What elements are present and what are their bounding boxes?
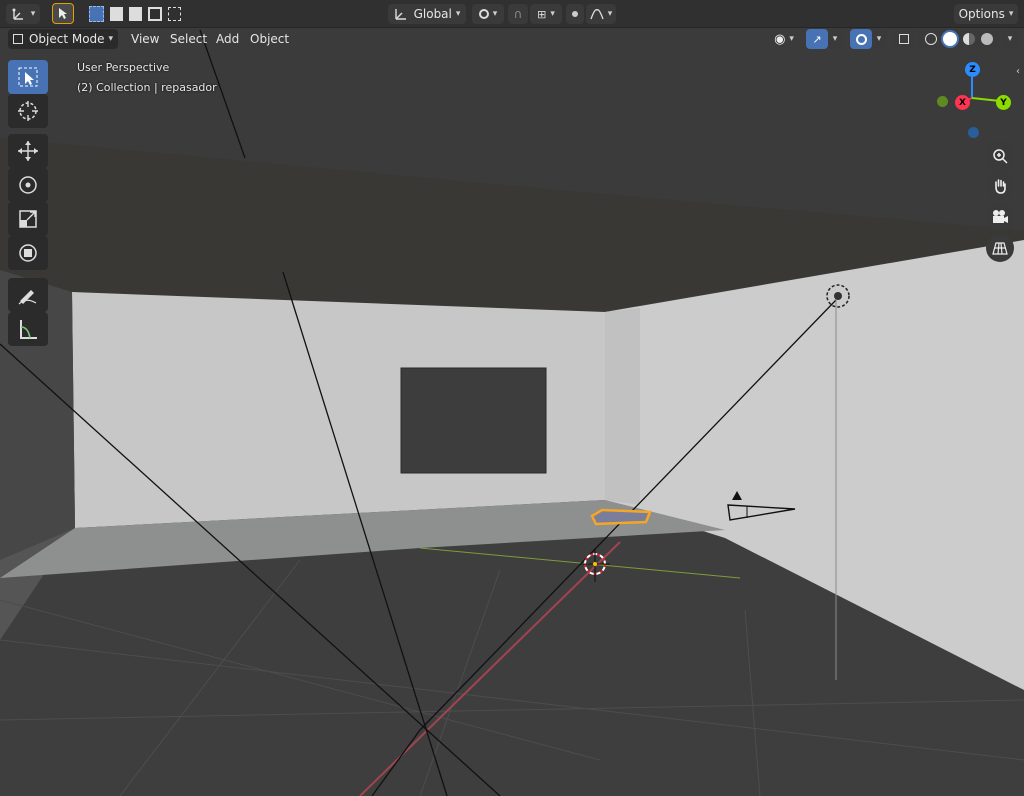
cursor-icon	[18, 101, 38, 121]
solid-shading-icon[interactable]	[943, 32, 957, 46]
object-mode-icon	[12, 34, 23, 44]
select-box-icon	[18, 67, 38, 87]
perspective-label: User Perspective	[77, 61, 170, 74]
annotate-tool[interactable]	[8, 278, 48, 312]
select-invert-icon[interactable]	[148, 7, 162, 21]
pan-button[interactable]	[986, 172, 1014, 200]
chevron-down-icon: ▾	[108, 34, 114, 44]
show-gizmo-toggle[interactable]: ↗	[806, 29, 828, 49]
gizmo-neg-z-axis[interactable]	[968, 127, 979, 138]
proportional-edit-toggle[interactable]	[566, 4, 584, 24]
gizmo-x-axis[interactable]: X	[955, 95, 970, 110]
xray-icon	[899, 34, 909, 44]
scene-render[interactable]	[0, 0, 1024, 796]
snap-target-dropdown[interactable]: ⊞ ▾	[530, 4, 562, 24]
falloff-curve-icon	[590, 9, 604, 20]
menu-view[interactable]: View	[126, 30, 164, 48]
grid-perspective-icon	[992, 242, 1008, 255]
chevron-down-icon: ▾	[455, 9, 461, 19]
collection-label: (2) Collection | repasador	[77, 81, 217, 94]
chevron-down-icon: ▾	[1008, 9, 1014, 19]
pivot-icon	[478, 9, 489, 19]
rendered-shading-icon[interactable]	[981, 33, 993, 45]
shading-options-dropdown[interactable]: ▾	[1002, 29, 1018, 49]
options-label: Options	[958, 7, 1005, 21]
scale-icon	[19, 210, 37, 228]
zoom-button[interactable]	[986, 142, 1014, 170]
chevron-down-icon: ▾	[30, 9, 36, 19]
editor-type-button[interactable]: ▾	[6, 4, 40, 24]
move-tool[interactable]	[8, 134, 48, 168]
chevron-down-icon: ▾	[492, 9, 498, 19]
select-extend-icon[interactable]	[110, 7, 124, 21]
camera-view-button[interactable]	[986, 203, 1014, 231]
show-overlays-toggle[interactable]	[850, 29, 872, 49]
tweak-tool-button[interactable]	[52, 3, 74, 24]
menu-select[interactable]: Select	[165, 30, 212, 48]
measure-icon	[20, 320, 37, 339]
chevron-down-icon: ▾	[607, 9, 613, 19]
zoom-icon	[993, 149, 1008, 164]
visibility-dropdown[interactable]: ◉ ▾	[768, 29, 800, 49]
scale-tool[interactable]	[8, 202, 48, 236]
orientation-axes-icon	[394, 9, 406, 20]
transform-icon	[19, 244, 37, 262]
shading-mode-group	[918, 29, 1000, 49]
mode-label: Object Mode	[28, 32, 105, 46]
measure-tool[interactable]	[8, 312, 48, 346]
gizmo-z-axis[interactable]: Z	[965, 62, 980, 77]
wireframe-shading-icon[interactable]	[925, 33, 937, 45]
transform-tool[interactable]	[8, 236, 48, 270]
xray-toggle[interactable]	[894, 29, 914, 49]
chevron-down-icon: ▾	[876, 34, 882, 44]
mode-dropdown[interactable]: Object Mode ▾	[8, 29, 118, 49]
blender-3d-viewport: ▾ Global ▾ ▾ ∩ ⊞ ▾ ▾ Options ▾ Object Mo…	[0, 0, 1024, 796]
selection-mode-group	[86, 4, 184, 24]
gizmo-y-axis[interactable]: Y	[996, 95, 1011, 110]
pivot-point-dropdown[interactable]: ▾	[472, 4, 504, 24]
gizmo-editor-icon	[12, 8, 23, 20]
perspective-toggle-button[interactable]	[986, 234, 1014, 262]
sidebar-toggle-icon[interactable]: ‹	[1016, 66, 1020, 77]
annotate-icon	[18, 290, 37, 305]
gizmo-neg-y-axis[interactable]	[937, 96, 948, 107]
eye-icon: ◉	[774, 31, 786, 47]
orientation-label: Global	[413, 7, 452, 21]
chevron-down-icon: ▾	[550, 9, 555, 19]
overlays-options-dropdown[interactable]: ▾	[872, 29, 886, 49]
cursor-tool[interactable]	[8, 94, 48, 128]
cursor-arrow-icon	[59, 8, 67, 19]
falloff-dropdown[interactable]: ▾	[586, 4, 616, 24]
options-dropdown[interactable]: Options ▾	[954, 4, 1018, 24]
material-shading-icon[interactable]	[963, 33, 975, 45]
camera-icon	[993, 210, 1008, 223]
rotate-tool[interactable]	[8, 168, 48, 202]
chevron-down-icon: ▾	[1007, 34, 1013, 44]
snap-toggle[interactable]: ∩	[508, 4, 528, 24]
select-new-icon[interactable]	[89, 6, 105, 22]
gizmo-arrow-icon: ↗	[812, 32, 822, 46]
snap-increment-icon: ⊞	[537, 7, 547, 21]
overlays-icon	[855, 33, 867, 45]
magnet-icon: ∩	[513, 7, 523, 21]
select-subtract-icon[interactable]	[129, 7, 143, 21]
transform-orientation-dropdown[interactable]: Global ▾	[388, 4, 466, 24]
viewport-header: ▾ Global ▾ ▾ ∩ ⊞ ▾ ▾ Options ▾	[0, 0, 1024, 28]
menu-add[interactable]: Add	[211, 30, 244, 48]
rotate-icon	[19, 176, 37, 194]
gizmo-options-dropdown[interactable]: ▾	[828, 29, 842, 49]
select-box-tool[interactable]	[8, 60, 48, 94]
chevron-down-icon: ▾	[789, 34, 794, 44]
menu-object[interactable]: Object	[245, 30, 294, 48]
move-icon	[18, 141, 38, 161]
hand-icon	[995, 179, 1006, 194]
proportional-icon	[572, 11, 578, 17]
chevron-down-icon: ▾	[832, 34, 838, 44]
select-intersect-icon[interactable]	[167, 7, 181, 21]
